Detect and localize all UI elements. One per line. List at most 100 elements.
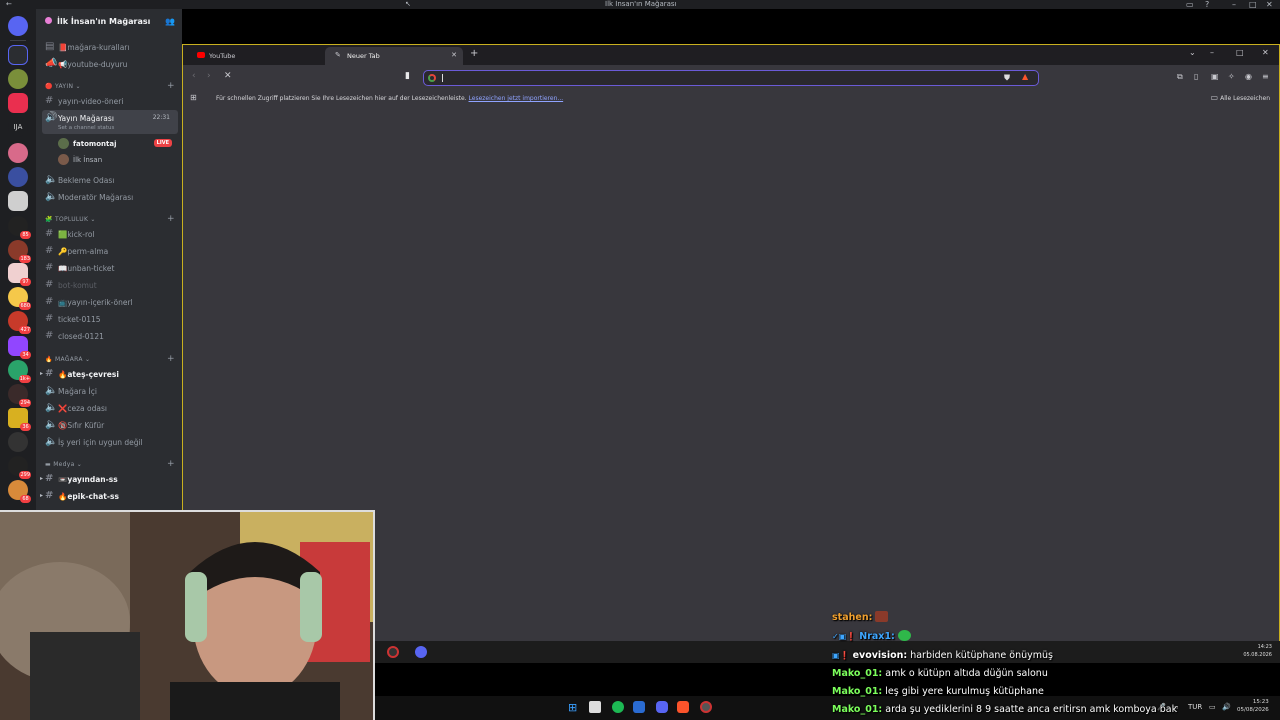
start-icon[interactable]: ⊞ xyxy=(568,701,580,714)
close-icon[interactable]: ✕ xyxy=(1262,48,1269,57)
channel-item[interactable]: 📣 📢youtube-duyuru xyxy=(42,56,178,71)
volume-icon[interactable]: 🔊 xyxy=(1222,703,1231,711)
apps-grid-icon[interactable]: ⊞ xyxy=(190,93,197,102)
taskbar-clock[interactable]: 15:23 05/08/2026 xyxy=(1237,698,1269,714)
brave-shield-icon[interactable]: ⛊ xyxy=(1004,73,1010,83)
server-icon[interactable]: 183 xyxy=(8,240,31,263)
server-icon[interactable] xyxy=(8,432,28,452)
add-channel-icon[interactable]: + xyxy=(167,459,175,469)
channel-item[interactable]: ▸ # 📼yayından-ss xyxy=(40,471,178,486)
voice-channel[interactable]: 🔈 Moderatör Mağarası xyxy=(42,189,178,204)
server-icon[interactable]: 34 xyxy=(8,336,31,359)
server-icon[interactable] xyxy=(8,45,28,65)
vpn-icon[interactable]: ◉ xyxy=(1245,72,1252,81)
channel-item[interactable]: # 📖unban-ticket xyxy=(42,260,178,275)
channel-item[interactable]: # bot-komut xyxy=(42,277,178,292)
wallet-icon[interactable]: ▣ xyxy=(1211,72,1219,81)
back-icon[interactable]: ‹ xyxy=(192,71,196,81)
tab-youtube[interactable]: YouTube xyxy=(187,47,323,65)
channel-item[interactable]: # 🟩kick-rol xyxy=(42,226,178,241)
server-icon[interactable] xyxy=(8,93,28,113)
task-view-icon[interactable] xyxy=(589,701,601,713)
channel-item[interactable]: ▸ # 🔥epik-chat-ss xyxy=(40,488,178,503)
all-bookmarks-button[interactable]: Alle Lesezeichen xyxy=(1220,95,1270,102)
network-icon[interactable]: ▭ xyxy=(1209,703,1216,711)
extensions-icon[interactable]: ⧉ xyxy=(1177,72,1183,82)
channel-item[interactable]: ▤ 📕mağara-kuralları xyxy=(42,39,178,54)
channel-item[interactable]: # closed-0121 xyxy=(42,328,178,343)
discord-icon[interactable] xyxy=(656,701,668,713)
add-channel-icon[interactable]: + xyxy=(167,214,175,224)
voice-channel[interactable]: 🔈 🔞Sıfır Küfür xyxy=(42,417,178,432)
server-icon[interactable]: 1k+ xyxy=(8,360,31,383)
back-arrow-icon[interactable]: ← xyxy=(6,0,12,8)
voice-channel[interactable]: 🔈 Bekleme Odası xyxy=(42,172,178,187)
brave-rewards-icon[interactable]: ▲ xyxy=(1022,72,1028,81)
channel-item[interactable]: # yayın-video-öneri xyxy=(42,93,178,108)
server-icon[interactable]: 299 xyxy=(8,456,31,479)
address-input[interactable] xyxy=(441,72,991,84)
channel-item[interactable]: # 📺yayın-içerik-önerl xyxy=(42,294,178,309)
category-topluluk[interactable]: 🧩 TOPLULUK ⌄ xyxy=(45,216,96,223)
brave-icon[interactable] xyxy=(677,701,689,713)
add-channel-icon[interactable]: + xyxy=(167,81,175,91)
server-icon[interactable]: 427 xyxy=(8,311,31,334)
close-tab-icon[interactable]: ✕ xyxy=(451,51,457,59)
channel-label: Mağara İçi xyxy=(58,387,97,396)
voice-channel[interactable]: 🔈 İş yeri için uygun değil xyxy=(42,434,178,449)
voice-channel-active[interactable]: 🔊 Yayın Mağarası 22:31 Set a channel sta… xyxy=(42,110,178,134)
chat-username: Mako_01: xyxy=(832,704,883,715)
voice-user[interactable]: İlk İnsan xyxy=(58,152,178,167)
menu-icon[interactable]: ≡ xyxy=(1262,72,1269,81)
language-indicator[interactable]: TUR xyxy=(1188,703,1202,711)
address-bar[interactable]: ⛊ ▲ xyxy=(423,70,1039,86)
tab-new[interactable]: ✎ Neuer Tab ✕ xyxy=(325,47,463,65)
server-icon[interactable] xyxy=(8,143,28,163)
sidebar-icon[interactable]: ▯ xyxy=(1194,72,1198,81)
category-medya[interactable]: ▬ Medya ⌄ xyxy=(45,461,82,468)
server-icon[interactable]: 97 xyxy=(8,263,31,286)
channel-item[interactable]: # ticket-0115 xyxy=(42,311,178,326)
server-icon[interactable] xyxy=(8,69,28,89)
server-icon[interactable]: 294 xyxy=(8,384,31,407)
server-icon[interactable]: IJA xyxy=(8,117,28,137)
spotify-icon[interactable] xyxy=(612,701,624,713)
server-icon[interactable]: 36 xyxy=(8,408,31,431)
minimize-icon[interactable]: – xyxy=(1210,48,1214,57)
leo-icon[interactable]: ✧ xyxy=(1228,72,1235,81)
chat-text: harbiden kütüphane önüymüş xyxy=(910,650,1053,661)
steam-icon[interactable] xyxy=(633,701,645,713)
guild-header[interactable]: İlk İnsan'ın Mağarası ⌄ 👥 xyxy=(36,9,182,31)
voice-channel[interactable]: 🔈 ❌ceza odası xyxy=(42,400,178,415)
channel-item[interactable]: # 🔑perm-alma xyxy=(42,243,178,258)
obs-icon[interactable] xyxy=(700,701,712,713)
server-icon[interactable]: 85 xyxy=(8,216,31,239)
close-icon[interactable]: ✕ xyxy=(1266,0,1273,9)
add-member-icon[interactable]: 👥 xyxy=(165,17,175,26)
server-icon[interactable] xyxy=(8,167,28,187)
server-icon[interactable]: 680 xyxy=(8,287,31,310)
home-icon[interactable] xyxy=(8,16,28,36)
maximize-icon[interactable]: □ xyxy=(1236,48,1244,57)
maximize-icon[interactable]: □ xyxy=(1249,0,1257,9)
minimize-icon[interactable]: – xyxy=(1232,0,1236,9)
bookmark-icon[interactable]: ▮ xyxy=(405,71,410,81)
channel-item[interactable]: ▸ # 🔥ateş-çevresi xyxy=(40,366,178,381)
voice-user[interactable]: fatomontaj LIVE xyxy=(58,136,178,151)
obs-icon[interactable] xyxy=(387,646,399,658)
import-bookmarks-link[interactable]: Lesezeichen jetzt importieren... xyxy=(469,95,564,102)
discord-icon[interactable] xyxy=(415,646,427,658)
inbox-icon[interactable]: ▭ xyxy=(1186,0,1194,9)
category-yayin[interactable]: 🔴 YAYIN ⌄ xyxy=(45,83,81,90)
channel-status[interactable]: Set a channel status xyxy=(58,125,114,131)
stop-icon[interactable]: ✕ xyxy=(224,71,232,81)
category-magara[interactable]: 🔥 MAĞARA ⌄ xyxy=(45,356,90,363)
add-channel-icon[interactable]: + xyxy=(167,354,175,364)
tab-search-icon[interactable]: ⌄ xyxy=(1189,48,1196,57)
server-icon[interactable]: 68 xyxy=(8,480,31,503)
server-icon[interactable] xyxy=(8,191,28,211)
new-tab-button[interactable]: + xyxy=(470,48,478,59)
voice-channel[interactable]: 🔈 Mağara İçi xyxy=(42,383,178,398)
help-icon[interactable]: ? xyxy=(1205,0,1209,9)
forward-icon[interactable]: › xyxy=(207,71,211,81)
